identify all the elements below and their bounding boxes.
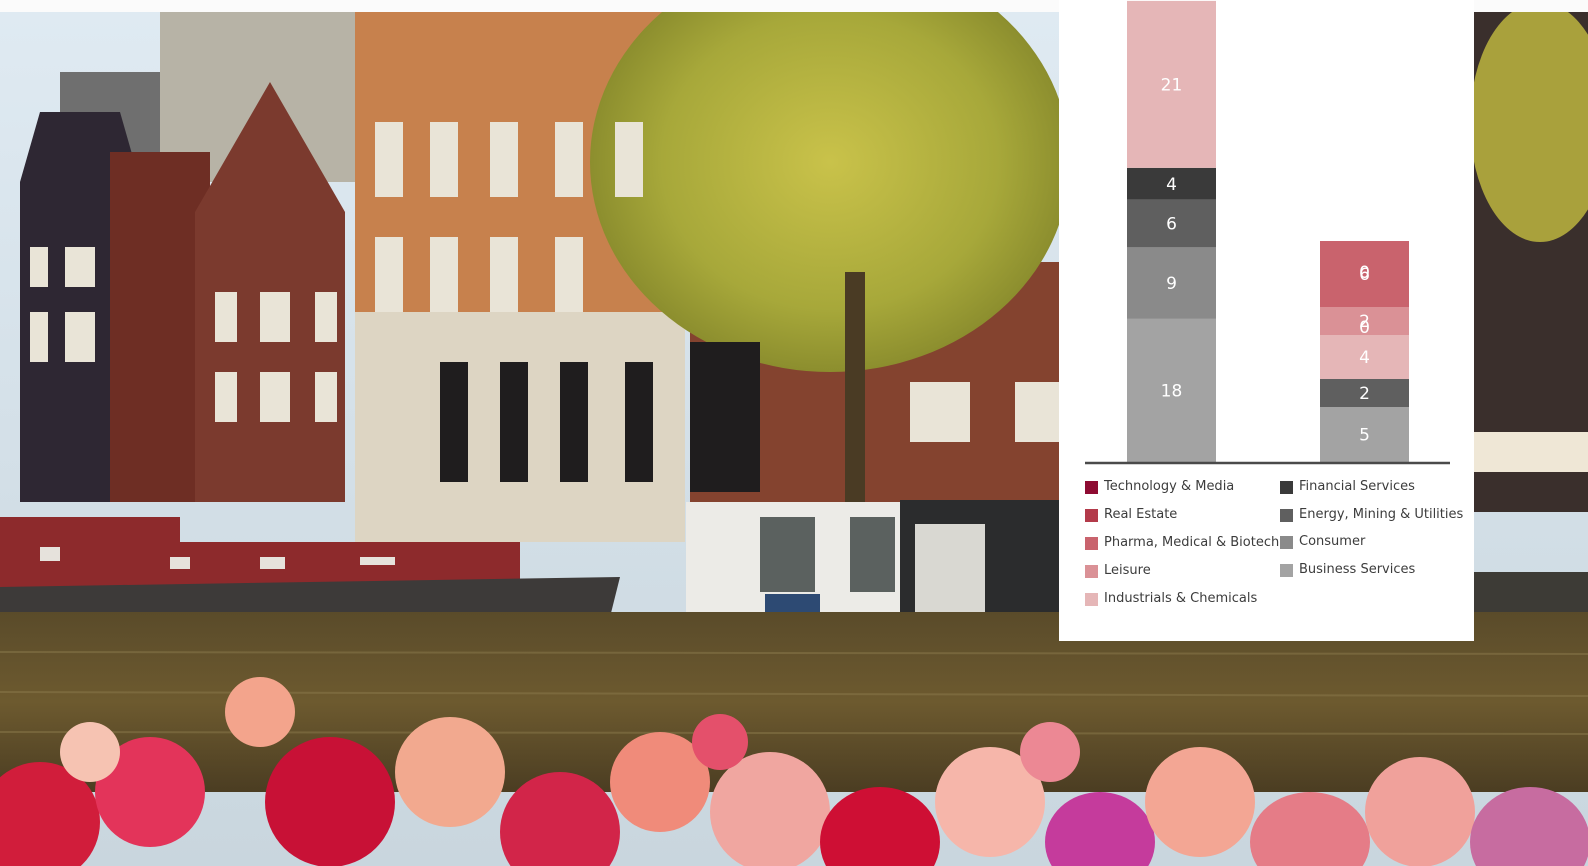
legend-swatch	[1085, 481, 1098, 494]
legend-label: Business Services	[1299, 561, 1416, 577]
legend-label: Industrials & Chemicals	[1104, 591, 1258, 606]
legend-swatch	[1085, 593, 1098, 606]
legend-swatch	[1280, 563, 1293, 577]
data-label: 2	[1359, 384, 1370, 404]
data-label: 5	[1359, 426, 1370, 446]
legend-swatch	[1280, 508, 1293, 522]
legend-swatch	[1085, 565, 1098, 578]
data-label: 4	[1166, 175, 1177, 195]
data-label: 6	[1166, 215, 1177, 235]
legend-label: Pharma, Medical & Biotech	[1104, 535, 1280, 550]
data-label: 18	[1161, 381, 1183, 401]
legend-label: Leisure	[1104, 563, 1151, 578]
data-label: 2	[1359, 312, 1370, 332]
legend-label: Consumer	[1299, 534, 1366, 549]
legend-label: Real Estate	[1104, 507, 1178, 522]
data-label: 6	[1359, 265, 1370, 285]
chart-panel: 18 9 6 4 21 5 0 2 0 4 2 6 Technology & Media Real Es…	[1059, 0, 1474, 641]
legend-swatch	[1280, 481, 1293, 494]
data-label: 21	[1161, 75, 1183, 95]
legend-swatch	[1280, 536, 1293, 549]
data-label: 9	[1166, 274, 1177, 294]
legend-swatch	[1085, 537, 1098, 550]
legend-swatch	[1085, 509, 1098, 522]
legend-label: Technology & Media	[1104, 479, 1235, 494]
data-label: 4	[1359, 348, 1370, 368]
legend-label: Energy, Mining & Utilities	[1299, 506, 1464, 522]
legend-label: Financial Services	[1299, 479, 1415, 494]
